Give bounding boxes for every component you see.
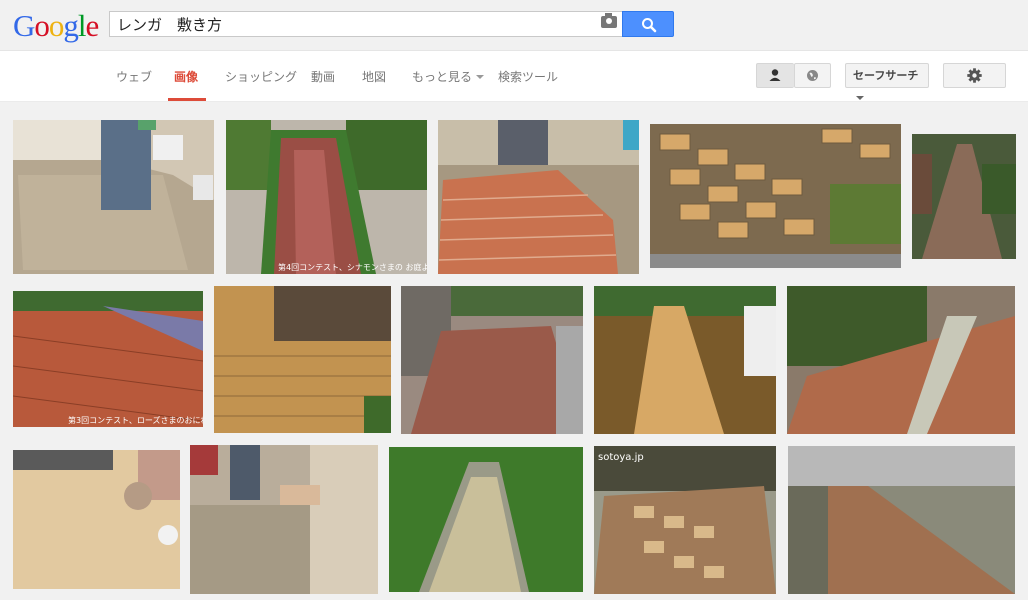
- image-result[interactable]: [650, 124, 901, 268]
- result-thumbnail: [389, 447, 583, 592]
- result-thumbnail: [13, 450, 180, 589]
- top-bar: Google: [0, 0, 1028, 51]
- image-result[interactable]: [401, 286, 583, 434]
- logo-letter: G: [13, 8, 35, 43]
- gear-icon: [967, 68, 982, 83]
- tab-maps[interactable]: 地図: [362, 68, 386, 85]
- tab-more[interactable]: もっと見る: [412, 68, 485, 85]
- image-caption: sotoya.jp: [598, 452, 644, 463]
- google-logo[interactable]: Google: [13, 8, 100, 43]
- result-thumbnail: [438, 120, 639, 274]
- image-caption: 第3回コンテスト、ローズさまのおにわよ: [68, 415, 203, 425]
- image-result[interactable]: [912, 134, 1016, 259]
- active-tab-underline: [168, 98, 206, 101]
- image-result[interactable]: [787, 286, 1015, 434]
- globe-icon: [807, 70, 818, 81]
- logo-letter: o: [48, 8, 64, 43]
- hide-personal-results-button[interactable]: [794, 63, 831, 88]
- result-thumbnail: [13, 120, 214, 274]
- caret-down-icon: [856, 96, 864, 100]
- logo-letter: g: [63, 8, 78, 43]
- image-result[interactable]: [190, 445, 378, 594]
- safesearch-label: セーフサーチ: [853, 69, 919, 82]
- image-result[interactable]: 第3回コンテスト、ローズさまのおにわよ: [13, 291, 203, 427]
- result-thumbnail: [787, 286, 1015, 434]
- search-button[interactable]: [622, 11, 674, 37]
- image-result[interactable]: [13, 450, 180, 589]
- image-caption: 第4回コンテスト、シナモンさまの お庭よ: [278, 262, 427, 272]
- tab-more-label: もっと見る: [412, 70, 473, 84]
- image-result[interactable]: [214, 286, 391, 433]
- search-input[interactable]: [117, 14, 587, 34]
- camera-icon[interactable]: [601, 13, 617, 28]
- caret-down-icon: [476, 75, 485, 79]
- logo-letter: l: [77, 8, 87, 43]
- tab-videos[interactable]: 動画: [311, 68, 335, 85]
- result-thumbnail: 第4回コンテスト、シナモンさまの お庭よ: [226, 120, 427, 274]
- person-icon: [769, 69, 781, 81]
- result-thumbnail: sotoya.jp: [594, 446, 776, 594]
- result-thumbnail: [401, 286, 583, 434]
- tab-shopping[interactable]: ショッピング: [225, 68, 297, 85]
- safesearch-button[interactable]: セーフサーチ: [845, 63, 929, 100]
- tab-web[interactable]: ウェブ: [116, 68, 152, 85]
- result-thumbnail: [214, 286, 391, 433]
- image-result[interactable]: 第4回コンテスト、シナモンさまの お庭よ: [226, 120, 427, 274]
- result-thumbnail: [912, 134, 1016, 259]
- result-thumbnail: [190, 445, 378, 594]
- result-thumbnail: [594, 286, 776, 434]
- logo-letter: o: [34, 8, 49, 43]
- nav-bar: ウェブ 画像 ショッピング 動画 地図 もっと見る 検索ツール セーフサーチ: [0, 51, 1028, 102]
- image-result[interactable]: [13, 120, 214, 274]
- search-box[interactable]: [109, 11, 622, 37]
- search-icon: [642, 18, 657, 33]
- result-thumbnail: [650, 124, 901, 268]
- logo-letter: e: [85, 8, 100, 43]
- image-result[interactable]: [438, 120, 639, 274]
- image-result[interactable]: [788, 446, 1015, 594]
- result-thumbnail: 第3回コンテスト、ローズさまのおにわよ: [13, 291, 203, 427]
- result-thumbnail: [788, 446, 1015, 594]
- image-result[interactable]: [594, 286, 776, 434]
- tab-images[interactable]: 画像: [174, 68, 198, 85]
- tab-search-tools[interactable]: 検索ツール: [498, 68, 558, 85]
- settings-button[interactable]: [943, 63, 1006, 88]
- image-result[interactable]: [389, 447, 583, 592]
- personal-results-button[interactable]: [756, 63, 794, 88]
- image-result[interactable]: sotoya.jp: [594, 446, 776, 594]
